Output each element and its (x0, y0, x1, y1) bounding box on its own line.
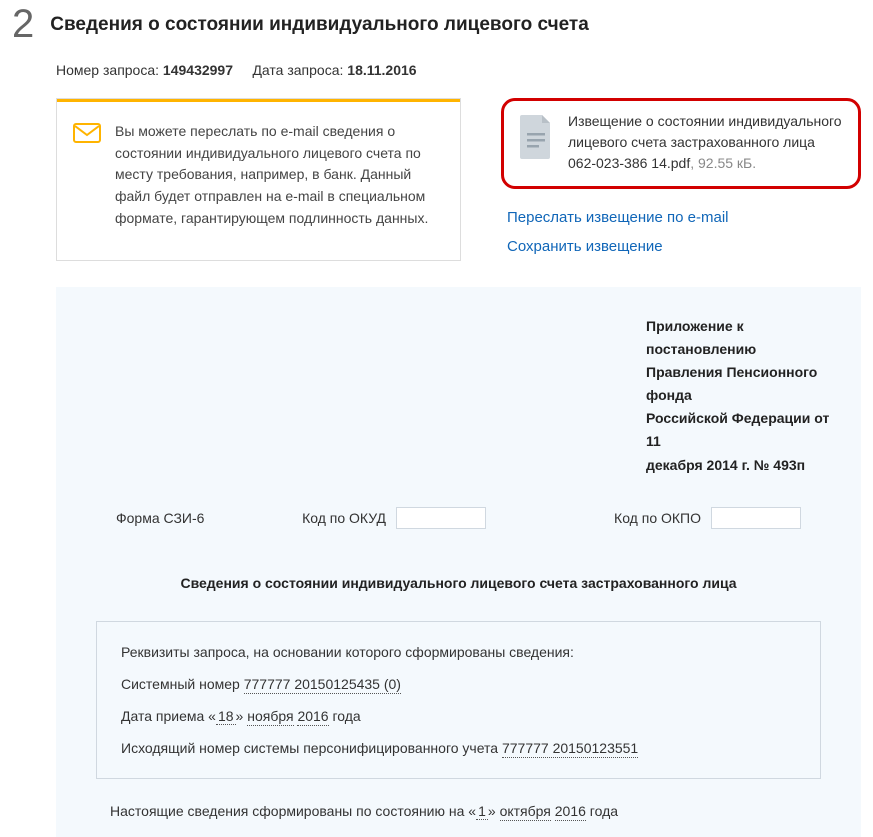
okud-label: Код по ОКУД (296, 510, 396, 526)
step-header: 2 Сведения о состоянии индивидуального л… (12, 8, 861, 44)
asof-mid: » (488, 803, 500, 819)
appendix-line: декабря 2014 г. № 493п (646, 454, 831, 477)
email-hint-text: Вы можете переслать по e-mail сведения о… (115, 121, 444, 229)
form-label: Форма СЗИ-6 (116, 510, 296, 526)
asof-month: октября (500, 803, 551, 821)
system-number-label: Системный номер (121, 676, 244, 692)
outgoing-number-label: Исходящий номер системы персонифицирован… (121, 740, 502, 756)
okpo-label: Код по ОКПО (601, 510, 711, 526)
request-number-label: Номер запроса: (56, 62, 159, 78)
asof-pre: Настоящие сведения сформированы по состо… (110, 803, 476, 819)
system-number-line: Системный номер 777777 20150125435 (0) (121, 676, 796, 692)
as-of-line: Настоящие сведения сформированы по состо… (110, 803, 821, 819)
receipt-date-line: Дата приема «18» ноября 2016 года (121, 708, 796, 724)
receipt-month: ноября (247, 708, 293, 726)
receipt-year: 2016 (297, 708, 328, 726)
outgoing-number-line: Исходящий номер системы персонифицирован… (121, 740, 796, 756)
asof-post: года (586, 803, 618, 819)
okpo-field[interactable] (711, 507, 801, 529)
step-number: 2 (12, 4, 34, 44)
forward-email-link[interactable]: Переслать извещение по e-mail (507, 209, 861, 226)
request-number-value: 149432997 (163, 62, 233, 78)
mail-icon (73, 123, 101, 143)
step-title: Сведения о состоянии индивидуального лиц… (50, 14, 589, 36)
okud-field[interactable] (396, 507, 486, 529)
appendix-line: Правления Пенсионного фонда (646, 361, 831, 407)
outgoing-number-value: 777777 20150123551 (502, 740, 638, 758)
request-date-value: 18.11.2016 (347, 62, 416, 78)
file-text: Извещение о состоянии индивидуального ли… (568, 111, 844, 174)
file-size: , 92.55 кБ. (690, 155, 756, 171)
document-preview: Приложение к постановлению Правления Пен… (56, 287, 861, 837)
request-meta: Номер запроса: 149432997 Дата запроса: 1… (56, 62, 861, 78)
system-number-value: 777777 20150125435 (0) (244, 676, 401, 694)
appendix-reference: Приложение к постановлению Правления Пен… (646, 315, 831, 477)
file-attachment[interactable]: Извещение о состоянии индивидуального ли… (501, 98, 861, 189)
asof-day: 1 (476, 803, 488, 820)
document-title: Сведения о состоянии индивидуального лиц… (86, 575, 831, 591)
receipt-mid: » (236, 708, 248, 724)
request-details-box: Реквизиты запроса, на основании которого… (96, 621, 821, 779)
request-date-label: Дата запроса: (252, 62, 343, 78)
form-codes-row: Форма СЗИ-6 Код по ОКУД Код по ОКПО (116, 507, 801, 529)
appendix-line: Приложение к постановлению (646, 315, 831, 361)
request-intro: Реквизиты запроса, на основании которого… (121, 644, 796, 660)
receipt-pre: Дата приема « (121, 708, 216, 724)
receipt-day: 18 (216, 708, 236, 725)
appendix-line: Российской Федерации от 11 (646, 407, 831, 453)
document-icon (518, 113, 554, 159)
email-hint-box: Вы можете переслать по e-mail сведения о… (56, 98, 461, 261)
receipt-post: года (329, 708, 361, 724)
asof-year: 2016 (555, 803, 586, 821)
save-file-link[interactable]: Сохранить извещение (507, 238, 861, 255)
